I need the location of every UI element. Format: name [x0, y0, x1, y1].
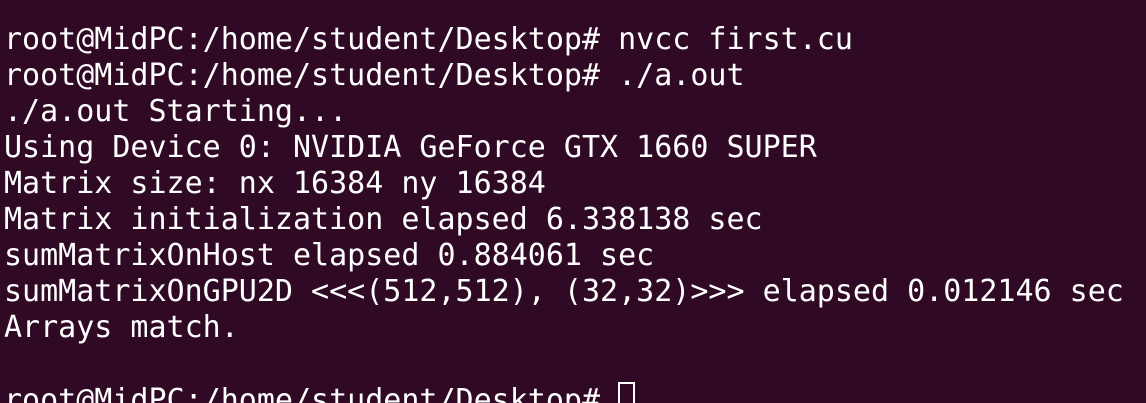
- terminal-line-command-run: root@MidPC:/home/student/Desktop# ./a.ou…: [4, 58, 745, 93]
- terminal-prompt-line[interactable]: root@MidPC:/home/student/Desktop#: [4, 382, 1146, 403]
- terminal-window[interactable]: root@MidPC:/home/student/Desktop# nvcc f…: [0, 0, 1146, 403]
- terminal-line-partial: [4, 0, 1146, 22]
- terminal-line-output: Matrix size: nx 16384 ny 16384: [4, 166, 546, 201]
- terminal-output: root@MidPC:/home/student/Desktop# nvcc f…: [4, 0, 1146, 403]
- terminal-line-output: Arrays match.: [4, 310, 239, 345]
- terminal-line-output: sumMatrixOnHost elapsed 0.884061 sec: [4, 238, 655, 273]
- shell-prompt: root@MidPC:/home/student/Desktop#: [4, 383, 619, 403]
- terminal-line-command-nvcc: root@MidPC:/home/student/Desktop# nvcc f…: [4, 22, 853, 57]
- terminal-line-output: Using Device 0: NVIDIA GeForce GTX 1660 …: [4, 130, 817, 165]
- terminal-line-output: Matrix initialization elapsed 6.338138 s…: [4, 202, 763, 237]
- text-cursor[interactable]: [618, 382, 636, 403]
- terminal-line-output: sumMatrixOnGPU2D <<<(512,512), (32,32)>>…: [4, 274, 1124, 309]
- terminal-line-output: ./a.out Starting...: [4, 94, 348, 129]
